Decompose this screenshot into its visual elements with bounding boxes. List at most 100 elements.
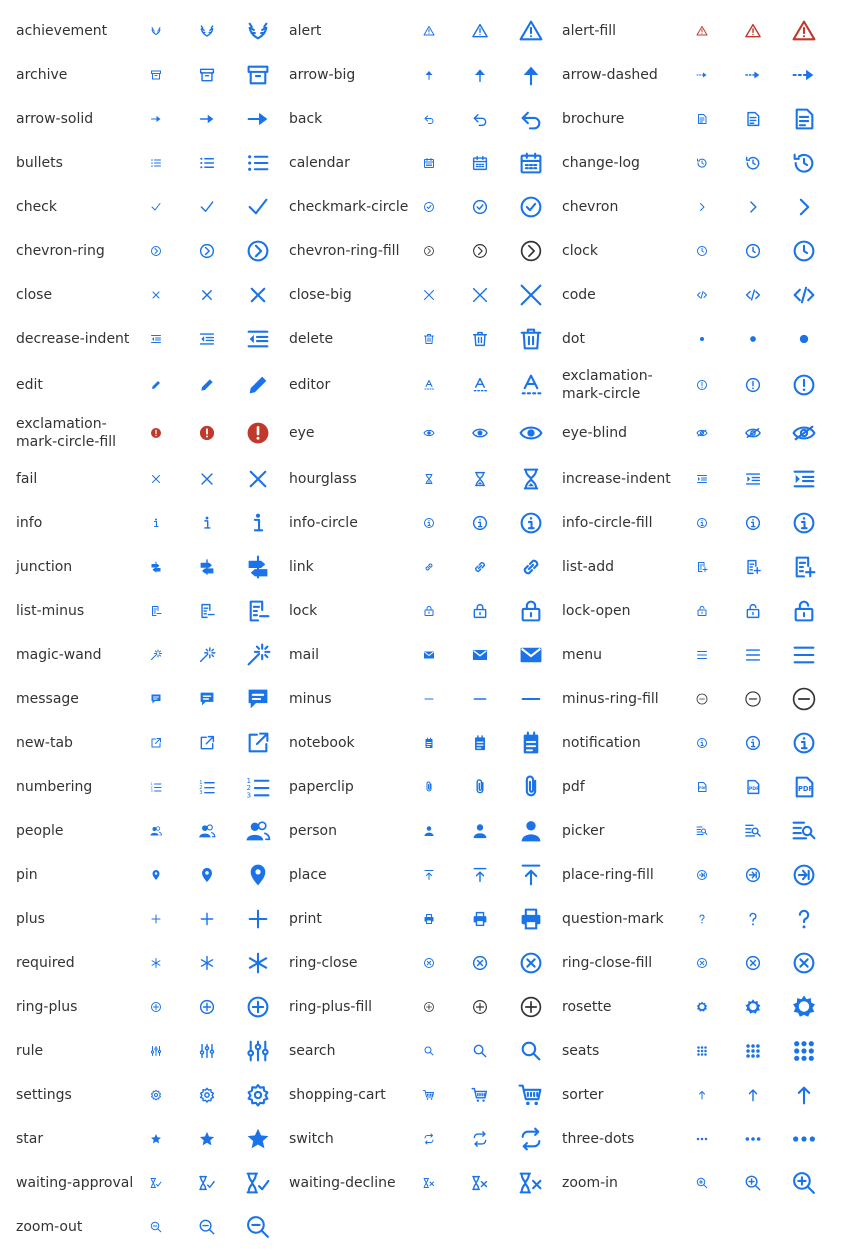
- fail-icon: [246, 467, 271, 492]
- icon-label: junction: [16, 559, 73, 575]
- icon-label: eye: [289, 425, 315, 441]
- icon-label: ring-plus: [16, 999, 78, 1015]
- icon-label: clock: [562, 243, 598, 259]
- calendar-icon: [519, 151, 544, 176]
- icon-label: list-add: [562, 559, 614, 575]
- zoom-out-icon: [150, 1221, 162, 1233]
- delete-icon: [423, 333, 435, 345]
- fail-icon: [199, 471, 216, 488]
- info-icon: [246, 511, 271, 536]
- pin-icon: [199, 867, 216, 884]
- sorter-icon: [745, 1087, 762, 1104]
- icon-label: rule: [16, 1043, 44, 1059]
- info-circle-fill-icon: [792, 511, 817, 536]
- clock-icon: [792, 239, 817, 264]
- exclamation-mark-circle-icon: [696, 379, 708, 391]
- magic-wand-icon: [199, 647, 216, 664]
- svg-text:3: 3: [199, 790, 202, 796]
- calendar-icon: [423, 157, 435, 169]
- paperclip-icon: [423, 781, 435, 793]
- alert-fill-icon: [745, 23, 762, 40]
- hourglass-icon: [519, 467, 544, 492]
- arrow-dashed-icon: [745, 67, 762, 84]
- icon-label: minus-ring-fill: [562, 691, 659, 707]
- icon-label: info-circle-fill: [562, 515, 653, 531]
- zoom-in-icon: [696, 1177, 708, 1189]
- decrease-indent-icon: [199, 331, 216, 348]
- minus-icon: [519, 687, 544, 712]
- place-icon: [519, 863, 544, 888]
- dot-icon: [745, 331, 762, 348]
- chevron-icon: [792, 195, 817, 220]
- search-icon: [472, 1043, 489, 1060]
- new-tab-icon: [246, 731, 271, 756]
- waiting-decline-icon: [423, 1177, 435, 1189]
- seats-icon: [792, 1039, 817, 1064]
- waiting-approval-icon: [246, 1171, 271, 1196]
- waiting-approval-icon: [150, 1177, 162, 1189]
- notification-icon: [745, 735, 762, 752]
- junction-icon: [150, 561, 162, 573]
- icon-label: increase-indent: [562, 471, 671, 487]
- brochure-icon: [792, 107, 817, 132]
- notebook-icon: [472, 735, 489, 752]
- icon-label: arrow-big: [289, 67, 356, 83]
- calendar-icon: [472, 155, 489, 172]
- rosette-icon: [792, 995, 817, 1020]
- message-icon: [246, 687, 271, 712]
- lock-open-icon: [792, 599, 817, 624]
- dot-icon: [792, 327, 817, 352]
- zoom-out-icon: [199, 1219, 216, 1236]
- icon-label: close: [16, 287, 53, 303]
- sorter-icon: [696, 1089, 708, 1101]
- seats-icon: [745, 1043, 762, 1060]
- list-add-icon: [745, 559, 762, 576]
- three-dots-icon: [745, 1131, 762, 1148]
- svg-text:PDF: PDF: [798, 785, 814, 793]
- switch-icon: [519, 1127, 544, 1152]
- switch-icon: [472, 1131, 489, 1148]
- increase-indent-icon: [792, 467, 817, 492]
- rule-icon: [199, 1043, 216, 1060]
- mail-icon: [519, 643, 544, 668]
- lock-icon: [423, 605, 435, 617]
- pin-icon: [150, 869, 162, 881]
- icon-label: waiting-decline: [289, 1175, 396, 1191]
- settings-icon: [199, 1087, 216, 1104]
- arrow-solid-icon: [150, 113, 162, 125]
- icon-gallery: achievement alert alert-fill archive arrow-b…: [0, 0, 863, 1260]
- icon-label: list-minus: [16, 603, 85, 619]
- brochure-icon: [745, 111, 762, 128]
- chevron-ring-icon: [150, 245, 162, 257]
- menu-icon: [696, 649, 708, 661]
- alert-icon: [472, 23, 489, 40]
- required-icon: [150, 957, 162, 969]
- icon-label: arrow-dashed: [562, 67, 658, 83]
- rosette-icon: [696, 1001, 708, 1013]
- change-log-icon: [696, 157, 708, 169]
- bullets-icon: [150, 157, 162, 169]
- icon-label: three-dots: [562, 1131, 635, 1147]
- arrow-solid-icon: [199, 111, 216, 128]
- switch-icon: [423, 1133, 435, 1145]
- icon-label: plus: [16, 911, 45, 927]
- icon-label: chevron-ring-fill: [289, 243, 400, 259]
- increase-indent-icon: [696, 473, 708, 485]
- icon-label: archive: [16, 67, 68, 83]
- decrease-indent-icon: [150, 333, 162, 345]
- print-icon: [519, 907, 544, 932]
- new-tab-icon: [150, 737, 162, 749]
- chevron-ring-fill-icon: [423, 245, 435, 257]
- check-icon: [199, 199, 216, 216]
- clock-icon: [745, 243, 762, 260]
- icon-label: menu: [562, 647, 602, 663]
- icon-label: zoom-out: [16, 1219, 83, 1235]
- checkmark-circle-icon: [519, 195, 544, 220]
- fail-icon: [150, 473, 162, 485]
- icon-label: info: [16, 515, 43, 531]
- link-icon: [423, 561, 435, 573]
- ring-plus-fill-icon: [472, 999, 489, 1016]
- icon-label: eye-blind: [562, 425, 627, 441]
- menu-icon: [745, 647, 762, 664]
- icon-label: check: [16, 199, 57, 215]
